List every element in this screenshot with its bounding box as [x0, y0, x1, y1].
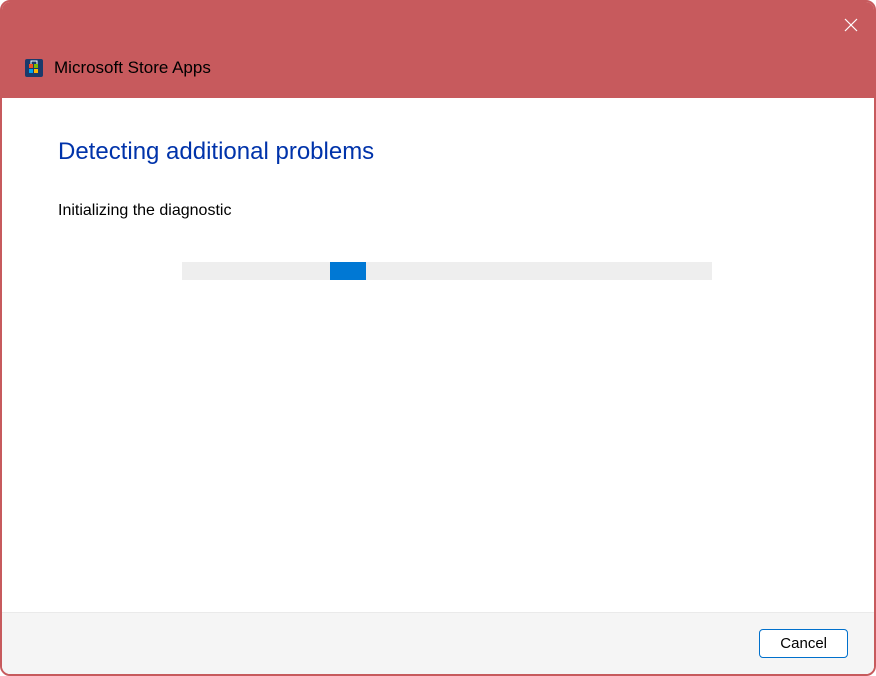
- app-title: Microsoft Store Apps: [54, 58, 211, 78]
- titlebar: Microsoft Store Apps: [2, 2, 874, 98]
- cancel-button[interactable]: Cancel: [759, 629, 848, 658]
- store-app-icon: [24, 58, 44, 78]
- close-icon: [844, 18, 858, 32]
- status-text: Initializing the diagnostic: [58, 202, 818, 220]
- close-button[interactable]: [828, 2, 874, 48]
- progress-bar: [182, 262, 712, 280]
- content-area: Detecting additional problems Initializi…: [2, 98, 874, 612]
- footer-bar: Cancel: [2, 612, 874, 674]
- progress-indicator: [330, 262, 366, 280]
- titlebar-controls: [2, 2, 874, 48]
- troubleshooter-window: Microsoft Store Apps Detecting additiona…: [0, 0, 876, 676]
- titlebar-content: Microsoft Store Apps: [2, 48, 874, 88]
- page-heading: Detecting additional problems: [58, 138, 818, 166]
